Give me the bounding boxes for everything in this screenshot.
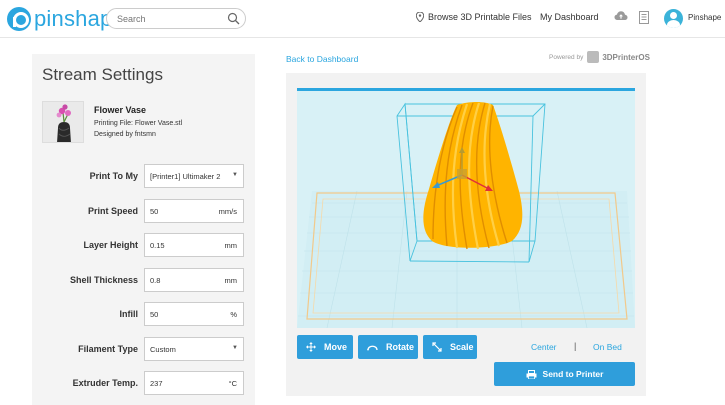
caret-down-icon: ▼ (232, 172, 238, 178)
move-label: Move (324, 342, 348, 352)
infill-value: 50 (150, 310, 159, 319)
send-to-printer-button[interactable]: Send to Printer (494, 362, 635, 386)
link-separator: | (574, 341, 577, 351)
search-box[interactable] (106, 8, 246, 29)
pinshape-logo-icon (7, 7, 31, 31)
powered-brand: 3DPrinterOS (602, 52, 650, 62)
designer-text: Designed by fntsmn (94, 131, 156, 138)
user-avatar[interactable] (664, 9, 683, 28)
extruder-temp-unit: °C (228, 379, 237, 388)
file-title: Flower Vase (94, 105, 147, 115)
stream-settings-panel: Stream Settings Flower Vase Printing Fil… (32, 54, 255, 405)
search-icon[interactable] (227, 12, 240, 25)
browse-files-link[interactable]: Browse 3D Printable Files (416, 12, 532, 22)
extruder-temp-label: Extruder Temp. (72, 378, 138, 388)
caret-down-icon: ▼ (232, 345, 238, 351)
shell-thickness-label: Shell Thickness (69, 275, 138, 285)
move-button[interactable]: Move (297, 335, 353, 359)
center-link[interactable]: Center (531, 342, 557, 352)
powered-by-badge: Powered by 3DPrinterOS (549, 51, 650, 63)
vase-thumbnail-image (43, 102, 83, 142)
username-link[interactable]: Pinshape (688, 13, 721, 22)
layer-height-row: Layer Height 0.15 mm (32, 233, 255, 257)
shell-thickness-input[interactable]: 0.8 mm (144, 268, 244, 292)
send-to-printer-label: Send to Printer (542, 369, 604, 379)
page-title: Stream Settings (42, 65, 163, 84)
filament-type-select[interactable]: Custom ▼ (144, 337, 244, 361)
my-dashboard-link[interactable]: My Dashboard (540, 12, 599, 22)
top-header: pinshape Browse 3D Printable Files My Da… (0, 0, 725, 38)
extruder-temp-value: 237 (150, 379, 163, 388)
layer-height-value: 0.15 (150, 241, 165, 250)
model-viewer-panel: Move Rotate Scale Center | On Bed Send t… (286, 73, 646, 396)
printer-icon (526, 369, 537, 379)
print-speed-input[interactable]: 50 mm/s (144, 199, 244, 223)
search-input[interactable] (117, 13, 227, 25)
location-pin-icon (416, 12, 424, 22)
shell-thickness-row: Shell Thickness 0.8 mm (32, 268, 255, 292)
shell-thickness-value: 0.8 (150, 276, 161, 285)
printer-select[interactable]: [Printer1] Ultimaker 2 ▼ (144, 164, 244, 188)
extruder-temp-row: Extruder Temp. 237 °C (32, 371, 255, 395)
rotate-icon (367, 345, 378, 351)
scale-label: Scale (450, 342, 474, 352)
print-to-row: Print To My [Printer1] Ultimaker 2 ▼ (32, 164, 255, 188)
extruder-temp-input[interactable]: 237 °C (144, 371, 244, 395)
3d-viewport[interactable] (297, 88, 635, 328)
layer-height-label: Layer Height (83, 240, 138, 250)
filament-type-label: Filament Type (78, 344, 138, 354)
print-to-label: Print To My (89, 171, 138, 181)
printing-file-text: Printing File: Flower Vase.stl (94, 120, 183, 127)
filament-type-row: Filament Type Custom ▼ (32, 337, 255, 361)
scale-button[interactable]: Scale (423, 335, 477, 359)
document-icon[interactable] (639, 11, 649, 24)
print-speed-unit: mm/s (218, 207, 237, 216)
browse-files-label: Browse 3D Printable Files (428, 12, 532, 22)
shell-thickness-unit: mm (224, 276, 238, 285)
layer-height-unit: mm (224, 241, 238, 250)
rotate-button[interactable]: Rotate (358, 335, 418, 359)
powered-by-label: Powered by (549, 53, 584, 61)
back-to-dashboard-link[interactable]: Back to Dashboard (286, 54, 358, 64)
cloud-upload-icon[interactable] (614, 10, 628, 22)
infill-row: Infill 50 % (32, 302, 255, 326)
rotate-label: Rotate (386, 342, 415, 352)
print-speed-value: 50 (150, 207, 159, 216)
print-speed-label: Print Speed (87, 206, 138, 216)
scale-icon (432, 342, 442, 352)
filament-type-value: Custom (150, 345, 176, 354)
on-bed-link[interactable]: On Bed (593, 342, 622, 352)
3d-scene (297, 102, 635, 328)
layer-height-input[interactable]: 0.15 mm (144, 233, 244, 257)
move-icon (306, 342, 316, 352)
print-speed-row: Print Speed 50 mm/s (32, 199, 255, 223)
3dprinteros-logo-icon (587, 51, 600, 63)
infill-input[interactable]: 50 % (144, 302, 244, 326)
infill-label: Infill (119, 309, 139, 319)
model-thumbnail (42, 101, 84, 143)
infill-unit: % (230, 310, 237, 319)
printer-select-value: [Printer1] Ultimaker 2 (150, 172, 221, 181)
